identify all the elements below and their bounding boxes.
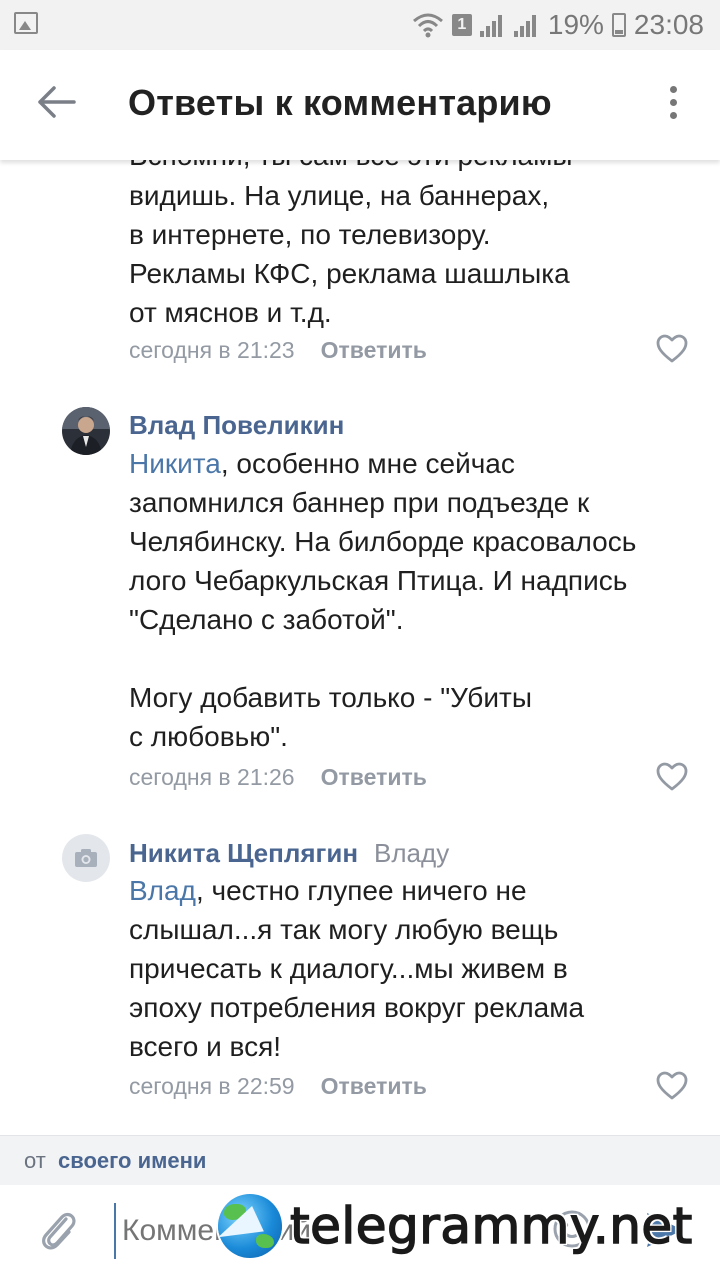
comment-meta: сегодня в 22:59 Ответить (129, 1073, 427, 1100)
signal-icon-2 (513, 13, 540, 37)
comment-body: , особенно мне сейчас запомнился баннер … (129, 448, 637, 752)
comment-meta: сегодня в 21:23 Ответить (129, 337, 427, 364)
wifi-icon (412, 13, 443, 38)
battery-percent: 19% (547, 9, 604, 40)
attach-icon[interactable] (36, 1205, 78, 1253)
avatar[interactable] (62, 407, 110, 455)
reply-to[interactable]: Владу (374, 838, 449, 868)
comment-body: , честно глупее ничего не слышал...я так… (129, 875, 585, 1062)
globe-logo-icon (212, 1194, 282, 1258)
watermark: telegrammy.net (212, 1186, 693, 1266)
battery-icon (611, 13, 626, 37)
reply-button[interactable]: Ответить (321, 764, 427, 790)
signal-icon (479, 13, 506, 37)
status-bar: 1 19% 23:08 (0, 0, 720, 50)
comment-time: сегодня в 22:59 (129, 1073, 295, 1099)
page-title: Ответы к комментарию (128, 82, 552, 123)
comment-meta: сегодня в 21:26 Ответить (129, 764, 427, 791)
author-name[interactable]: Никита Щеплягин (129, 838, 358, 868)
more-menu-icon[interactable] (666, 86, 680, 126)
heart-icon[interactable] (656, 334, 688, 364)
heart-icon[interactable] (656, 762, 688, 792)
sim-badge: 1 (451, 14, 472, 36)
heart-icon[interactable] (656, 1071, 688, 1101)
reply-button[interactable]: Ответить (321, 337, 427, 363)
comment-time: сегодня в 21:23 (129, 337, 295, 363)
comment-author: Никита Щеплягин Владу (129, 838, 449, 869)
camera-icon (75, 849, 97, 867)
post-as-selector[interactable]: своего имени (58, 1148, 206, 1174)
gallery-notification-icon (14, 12, 38, 34)
status-icons: 1 19% 23:08 (412, 8, 704, 42)
clock: 23:08 (633, 9, 704, 40)
back-arrow-icon[interactable] (34, 80, 78, 124)
comment-time: сегодня в 21:26 (129, 764, 295, 790)
comment-text: Влад, честно глупее ничего не слышал...я… (129, 871, 699, 1066)
comment-text-hidden-line: Вспомни, ты сам все эти рекламы (129, 160, 699, 175)
post-as-bar: от своего имени (0, 1135, 720, 1186)
comment-text: видишь. На улице, на баннерах, в интерне… (129, 180, 570, 328)
mention-link[interactable]: Никита (129, 448, 221, 479)
mention-link[interactable]: Влад (129, 875, 196, 906)
avatar[interactable] (62, 834, 110, 882)
app-header: Ответы к комментарию (0, 50, 720, 160)
comment-text: Никита, особенно мне сейчас запомнился б… (129, 444, 699, 756)
comment-author[interactable]: Влад Повеликин (129, 410, 344, 441)
watermark-text: telegrammy.net (289, 1196, 693, 1256)
reply-button[interactable]: Ответить (321, 1073, 427, 1099)
comments-list: Вспомни, ты сам все эти рекламы видишь. … (0, 160, 720, 1135)
post-as-prefix: от (24, 1148, 46, 1173)
